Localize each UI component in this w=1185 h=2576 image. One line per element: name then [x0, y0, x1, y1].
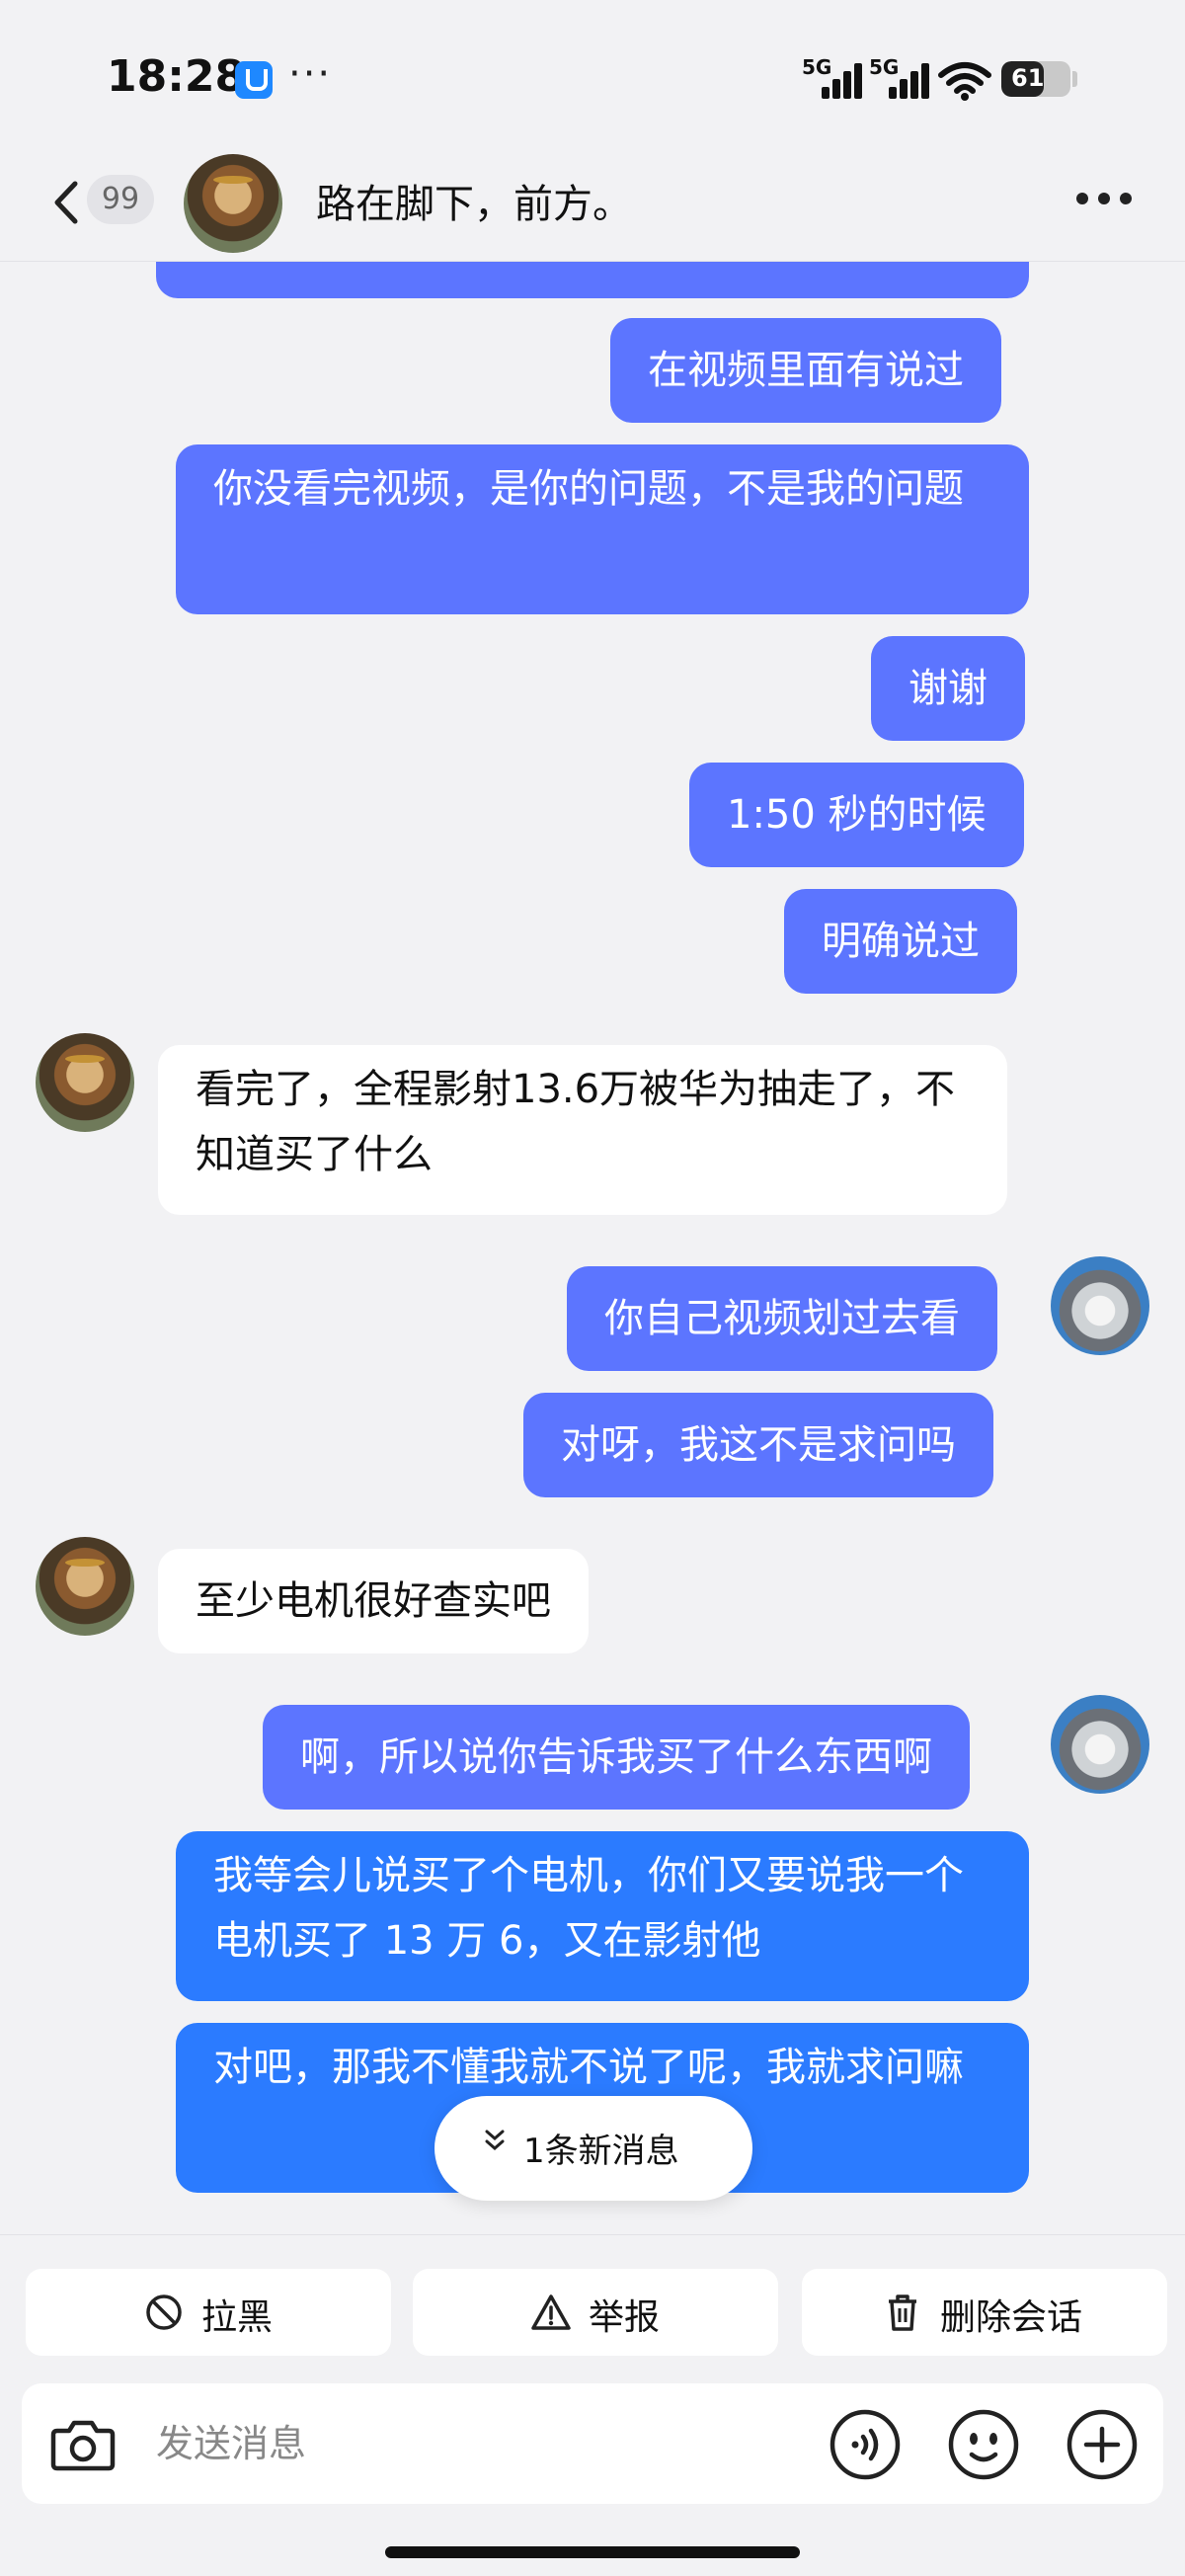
status-time: 18:28: [107, 51, 246, 102]
message-bubble-incoming[interactable]: 看完了，全程影射13.6万被华为抽走了，不知道买了什么: [158, 1045, 1007, 1215]
unread-count-badge[interactable]: 99: [87, 175, 154, 224]
wifi-icon: [938, 61, 991, 101]
message-bubble-outgoing[interactable]: 明确说过: [784, 889, 1017, 994]
chevron-left-icon[interactable]: [47, 178, 87, 227]
message-bubble-outgoing[interactable]: 啊，所以说你告诉我买了什么东西啊: [263, 1705, 970, 1810]
status-bar: 18:28 ··· 5G 5G 61: [0, 0, 1185, 148]
voice-icon[interactable]: [828, 2407, 903, 2482]
delete-conversation-label: 删除会话: [940, 2297, 1083, 2338]
double-chevron-down-icon: [484, 2128, 506, 2160]
contact-avatar[interactable]: [36, 1033, 134, 1132]
shield-app-icon: [235, 61, 273, 99]
user-avatar[interactable]: [1051, 1256, 1149, 1355]
report-button[interactable]: 举报: [413, 2269, 778, 2356]
network-type-label: 5G: [869, 55, 900, 79]
new-message-pill[interactable]: 1条新消息: [434, 2096, 752, 2201]
more-notifications-icon: ···: [288, 51, 333, 97]
report-label: 举报: [589, 2297, 661, 2338]
contact-avatar[interactable]: [36, 1537, 134, 1636]
message-bubble-outgoing[interactable]: 你没看完视频，是你的问题，不是我的问题: [176, 444, 1029, 614]
chat-title[interactable]: 路在脚下，前方。: [316, 172, 632, 229]
delete-conversation-button[interactable]: 删除会话: [802, 2269, 1167, 2356]
home-indicator[interactable]: [385, 2546, 800, 2558]
new-message-label: 1条新消息: [523, 2132, 679, 2171]
cellular-signal-icon: 5G: [802, 55, 863, 99]
battery-icon: 61: [1001, 61, 1070, 97]
camera-icon[interactable]: [45, 2407, 120, 2482]
message-bubble-outgoing[interactable]: 我等会儿说买了个电机，你们又要说我一个电机买了 13 万 6，又在影射他: [176, 1831, 1029, 2001]
cellular-signal-icon: 5G: [869, 55, 930, 99]
battery-level: 61: [1011, 64, 1045, 92]
bottom-panel: 拉黑 举报 删除会话: [0, 2234, 1185, 2576]
plus-icon[interactable]: [1065, 2407, 1140, 2482]
block-label: 拉黑: [201, 2297, 274, 2338]
contact-avatar[interactable]: [184, 154, 282, 253]
message-bubble-incoming[interactable]: 至少电机很好查实吧: [158, 1549, 589, 1653]
message-bubble-outgoing[interactable]: 在视频里面有说过: [610, 318, 1001, 423]
message-input[interactable]: [156, 2413, 788, 2474]
more-dots-icon[interactable]: [1076, 188, 1140, 211]
message-bubble-outgoing[interactable]: 你自己视频划过去看: [567, 1266, 997, 1371]
trash-icon: [881, 2291, 924, 2334]
block-icon: [142, 2291, 186, 2334]
message-input-bar: [22, 2383, 1163, 2504]
message-bubble-outgoing[interactable]: 对呀，我这不是求问吗: [523, 1393, 993, 1497]
warning-icon: [529, 2291, 573, 2334]
network-type-label: 5G: [802, 55, 832, 79]
message-bubble-outgoing[interactable]: 谢谢: [871, 636, 1025, 741]
block-button[interactable]: 拉黑: [26, 2269, 391, 2356]
chat-header: 99 路在脚下，前方。: [0, 148, 1185, 262]
emoji-icon[interactable]: [946, 2407, 1021, 2482]
message-bubble-outgoing[interactable]: 1:50 秒的时候: [689, 763, 1024, 867]
user-avatar[interactable]: [1051, 1695, 1149, 1794]
